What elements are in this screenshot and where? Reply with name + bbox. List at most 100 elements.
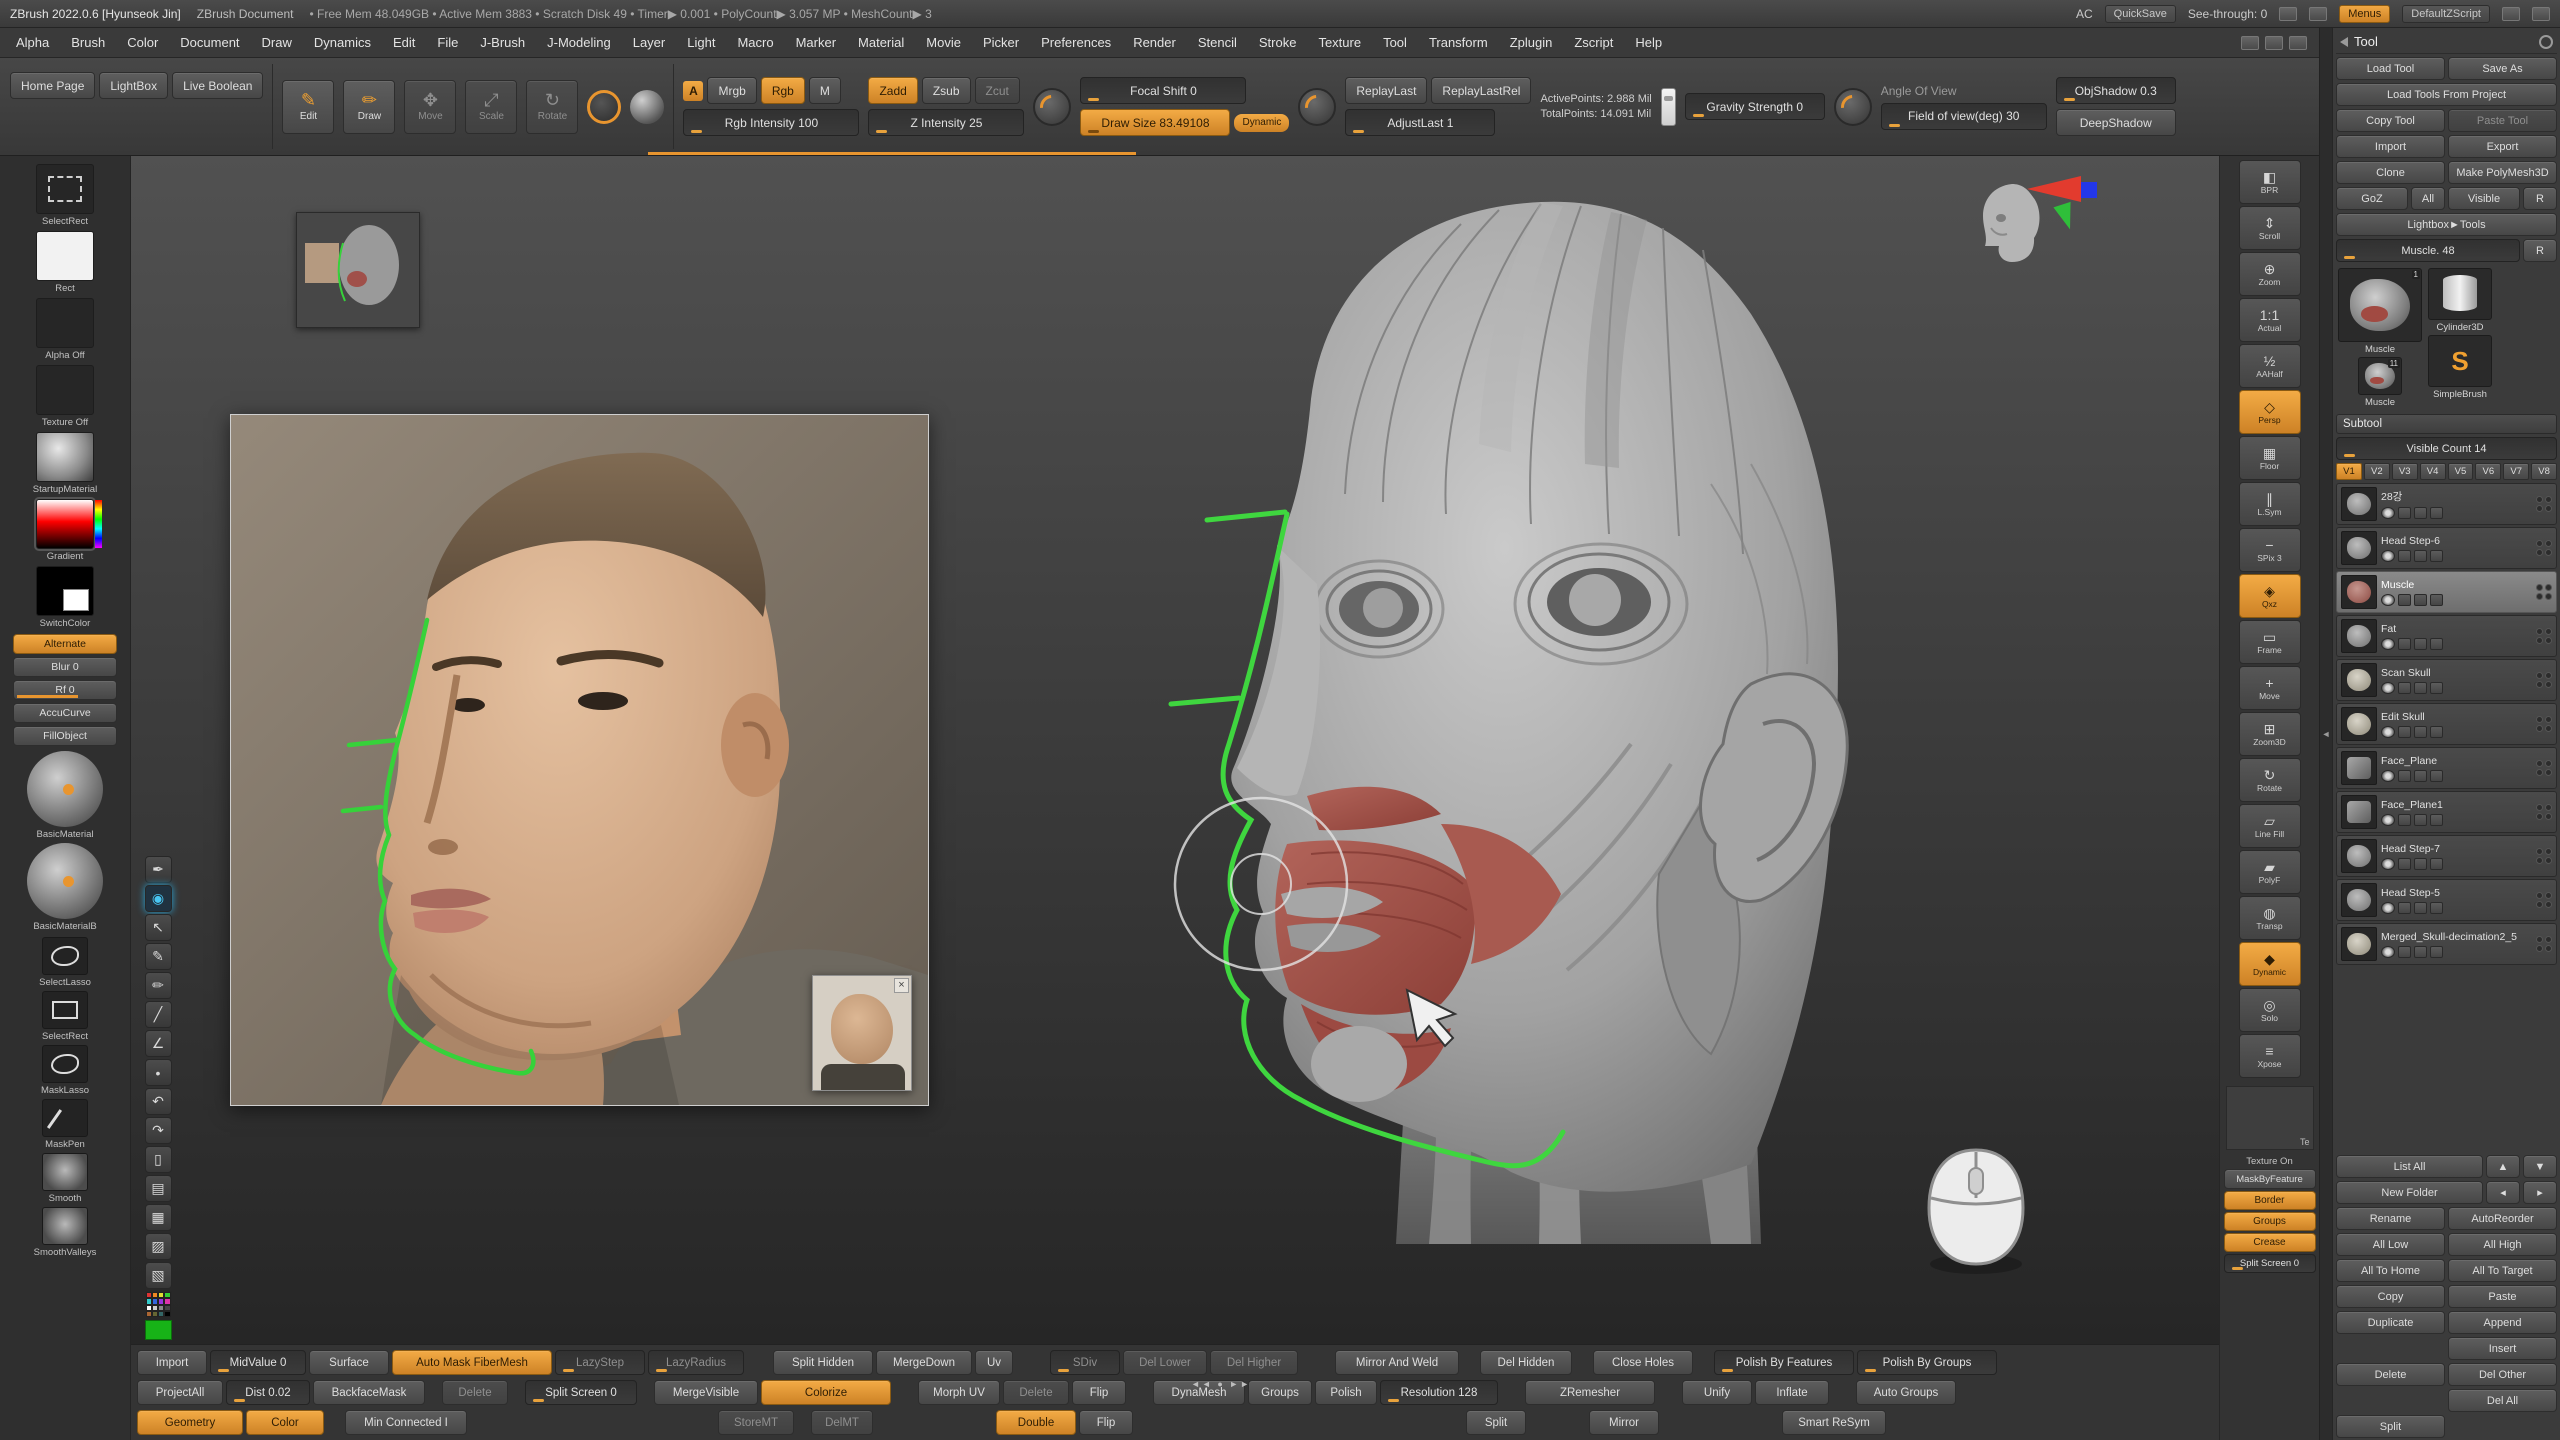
bottom-bar-button[interactable]: Mirror xyxy=(1589,1410,1659,1435)
bottom-bar-button[interactable]: DelMT xyxy=(811,1410,873,1435)
bottom-bar-button[interactable]: Inflate xyxy=(1755,1380,1829,1405)
tool-thumbnail-cylinder[interactable] xyxy=(2428,268,2492,320)
subtool-action-button[interactable]: All Low xyxy=(2336,1233,2445,1256)
menu-item[interactable]: Render xyxy=(1123,31,1186,54)
subtool-thumbnail[interactable] xyxy=(2341,663,2377,697)
edit-mode-button[interactable]: ✎Edit xyxy=(282,80,334,134)
palette-thumbnail[interactable] xyxy=(36,164,94,214)
bottom-bar-button[interactable]: ZRemesher xyxy=(1525,1380,1655,1405)
subtool-visibility-eye-icon[interactable] xyxy=(2381,638,2395,650)
adjust-last-slider[interactable]: AdjustLast 1 xyxy=(1345,109,1495,136)
subtool-section-header[interactable]: Subtool xyxy=(2336,414,2557,434)
bottom-bar-button[interactable]: Polish By Features xyxy=(1714,1350,1854,1375)
active-tool-slider[interactable]: Muscle. 48 xyxy=(2336,239,2520,262)
bottom-bar-button[interactable]: BackfaceMask xyxy=(313,1380,425,1405)
make-polymesh3d-button[interactable]: Make PolyMesh3D xyxy=(2448,161,2557,184)
subtool-action-button[interactable]: Del All xyxy=(2448,1389,2557,1412)
palette-control-button[interactable]: AccuCurve xyxy=(13,703,117,723)
subtool-version-tab[interactable]: V8 xyxy=(2531,463,2557,480)
crease-button[interactable]: Crease xyxy=(2224,1233,2316,1252)
layout-grid-icon[interactable] xyxy=(2241,36,2259,50)
subtool-sculpt-toggle-icon[interactable] xyxy=(2398,726,2411,738)
color-swatch-grid[interactable] xyxy=(145,1291,172,1318)
menu-item[interactable]: Picker xyxy=(973,31,1029,54)
subtool-action-button[interactable]: Insert xyxy=(2448,1337,2557,1360)
palette-thumbnail[interactable] xyxy=(36,298,94,348)
subtool-row[interactable]: Head Step-5 xyxy=(2336,879,2557,921)
bottom-bar-button[interactable]: Groups xyxy=(1248,1380,1312,1405)
paste-tool-button[interactable]: Paste Tool xyxy=(2448,109,2557,132)
subtool-visibility-eye-icon[interactable] xyxy=(2381,726,2395,738)
groups-button[interactable]: Groups xyxy=(2224,1212,2316,1231)
replay-last-button[interactable]: ReplayLast xyxy=(1345,77,1427,104)
active-tool-thumbnail[interactable]: 1 xyxy=(2338,268,2422,342)
dynamic-toggle[interactable]: Dynamic xyxy=(1234,114,1289,132)
subtool-paint-toggle-icon[interactable] xyxy=(2414,594,2427,606)
divider-icon[interactable] xyxy=(2265,36,2283,50)
bottom-bar-button[interactable]: Smart ReSym xyxy=(1782,1410,1886,1435)
cursor-arrow-icon[interactable]: ↖ xyxy=(145,914,172,941)
subtool-mask-toggle-icon[interactable] xyxy=(2430,814,2443,826)
bottom-bar-button[interactable]: MergeVisible xyxy=(654,1380,758,1405)
subtool-visibility-eye-icon[interactable] xyxy=(2381,858,2395,870)
menu-item[interactable]: Alpha xyxy=(6,31,59,54)
bottom-bar-button[interactable]: Unify xyxy=(1682,1380,1752,1405)
obj-shadow-slider[interactable]: ObjShadow 0.3 xyxy=(2056,77,2176,104)
subtool-visibility-eye-icon[interactable] xyxy=(2381,682,2395,694)
draw-size-slider[interactable]: Draw Size 83.49108 xyxy=(1080,109,1230,136)
bottom-bar-button[interactable]: Polish By Groups xyxy=(1857,1350,1997,1375)
subtool-action-button[interactable]: Append xyxy=(2448,1311,2557,1334)
palette-item[interactable]: StartupMaterial xyxy=(33,432,97,495)
zcut-button[interactable]: Zcut xyxy=(975,77,1020,104)
palette-item[interactable]: Rect xyxy=(36,231,94,294)
reference-photo-window[interactable]: × xyxy=(230,414,929,1106)
subtool-paint-toggle-icon[interactable] xyxy=(2414,638,2427,650)
subtool-thumbnail[interactable] xyxy=(2341,751,2377,785)
subtool-version-tab[interactable]: V2 xyxy=(2364,463,2390,480)
menu-item[interactable]: Dynamics xyxy=(304,31,381,54)
menu-item[interactable]: Zscript xyxy=(1564,31,1623,54)
spix-slider[interactable]: − SPix 3 xyxy=(2239,528,2301,572)
import-button[interactable]: Import xyxy=(2336,135,2445,158)
goz-button[interactable]: GoZ xyxy=(2336,187,2408,210)
scroll-button[interactable]: ⇕ Scroll xyxy=(2239,206,2301,250)
clipboard-icon[interactable]: ▧ xyxy=(145,1262,172,1289)
rgb-button[interactable]: Rgb xyxy=(761,77,805,104)
menus-toggle[interactable]: Menus xyxy=(2339,5,2390,23)
bottom-bar-button[interactable]: Split xyxy=(1466,1410,1526,1435)
rotate-button[interactable]: ↻ Rotate xyxy=(2239,758,2301,802)
subtool-action-button[interactable]: Duplicate xyxy=(2336,1311,2445,1334)
bottom-bar-button[interactable]: Surface xyxy=(309,1350,389,1375)
angle-ruler-icon[interactable]: ∠ xyxy=(145,1030,172,1057)
bottom-bar-button[interactable]: Split Hidden xyxy=(773,1350,873,1375)
subtool-mask-toggle-icon[interactable] xyxy=(2430,594,2443,606)
palette-thumbnail[interactable] xyxy=(36,231,94,281)
subtool-row[interactable]: Fat xyxy=(2336,615,2557,657)
m-button[interactable]: M xyxy=(809,77,841,104)
replay-dial-icon[interactable] xyxy=(1298,88,1336,126)
xpose-button[interactable]: ≡ Xpose xyxy=(2239,1034,2301,1078)
subtool-action-button[interactable]: All To Target xyxy=(2448,1259,2557,1282)
subtool-row[interactable]: Face_Plane xyxy=(2336,747,2557,789)
subtool-mask-toggle-icon[interactable] xyxy=(2430,770,2443,782)
quicksave-button[interactable]: QuickSave xyxy=(2105,5,2176,23)
load-tool-button[interactable]: Load Tool xyxy=(2336,57,2445,80)
help-icon[interactable] xyxy=(2532,7,2550,21)
visible-count-slider[interactable]: Visible Count 14 xyxy=(2336,437,2557,460)
bottom-bar-button[interactable]: Double xyxy=(996,1410,1076,1435)
z-intensity-slider[interactable]: Z Intensity 25 xyxy=(868,109,1024,136)
active-color-swatch[interactable] xyxy=(145,1320,172,1340)
subtool-visibility-eye-icon[interactable] xyxy=(2381,594,2395,606)
bottom-bar-button[interactable]: Del Hidden xyxy=(1480,1350,1572,1375)
bottom-bar-button[interactable]: MidValue 0 xyxy=(210,1350,306,1375)
subtool-paint-toggle-icon[interactable] xyxy=(2414,770,2427,782)
tray-collapse-divider[interactable]: ◄ xyxy=(2319,28,2332,1440)
bottom-bar-button[interactable]: LazyStep xyxy=(555,1350,645,1375)
subtool-version-tab[interactable]: V5 xyxy=(2448,463,2474,480)
bottom-bar-button[interactable]: Auto Groups xyxy=(1856,1380,1956,1405)
solo-button[interactable]: ◎ Solo xyxy=(2239,988,2301,1032)
subtool-action-button[interactable]: Split xyxy=(2336,1415,2445,1438)
zoom3d-button[interactable]: ⊞ Zoom3D xyxy=(2239,712,2301,756)
bottom-bar-button[interactable]: Import xyxy=(137,1350,207,1375)
subtool-option-dots[interactable] xyxy=(2536,804,2552,820)
